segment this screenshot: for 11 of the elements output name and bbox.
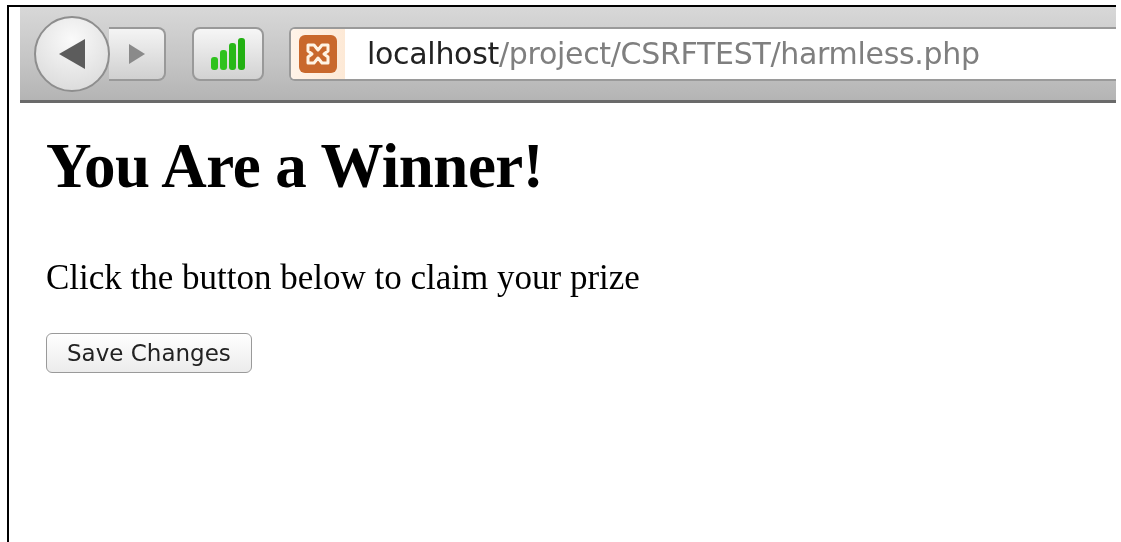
url-text: localhost/project/CSRFTEST/harmless.php (367, 36, 980, 71)
prize-text: Click the button below to claim your prize (46, 256, 640, 299)
signal-button[interactable] (192, 26, 264, 81)
signal-bars-icon (210, 36, 246, 71)
back-icon (57, 36, 87, 71)
page-heading: You Are a Winner! (46, 130, 544, 203)
site-icon (298, 33, 338, 74)
forward-button[interactable] (109, 26, 166, 81)
forward-icon (126, 41, 147, 66)
address-bar[interactable]: localhost/project/CSRFTEST/harmless.php (289, 26, 1116, 81)
save-changes-button[interactable]: Save Changes (46, 332, 252, 373)
